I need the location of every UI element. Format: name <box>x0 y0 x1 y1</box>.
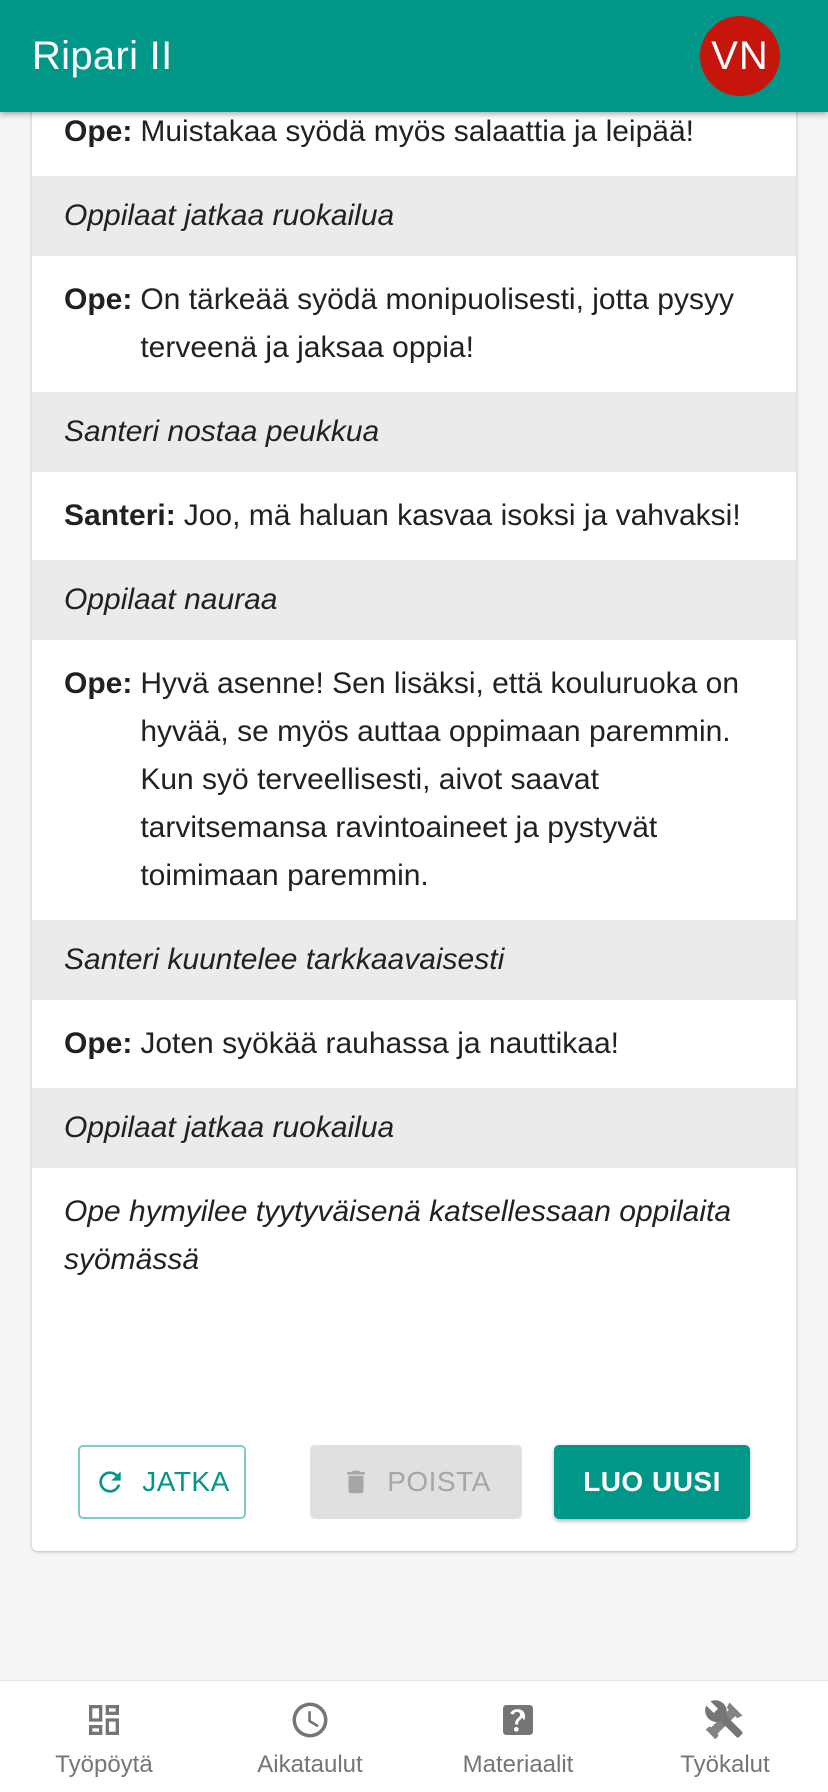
nav-item-tyokalut[interactable]: Työkalut <box>666 1681 784 1792</box>
clock-icon <box>292 1702 328 1738</box>
speech-text: Muistakaa syödä myös salaattia ja leipää… <box>140 115 694 148</box>
user-avatar[interactable]: VN <box>700 16 780 96</box>
delete-button[interactable]: POISTA <box>310 1445 522 1519</box>
speaker-name: Ope: <box>64 667 133 700</box>
nav-item-materiaalit[interactable]: Materiaalit <box>456 1681 580 1792</box>
script-line-speech: Ope: Hyvä asenne! Sen lisäksi, että koulu… <box>32 640 796 920</box>
script-line-action: Oppilaat nauraa <box>32 560 796 640</box>
nav-item-aikataulut[interactable]: Aikataulut <box>250 1681 370 1792</box>
script-line-action: Santeri kuuntelee tarkkaavaisesti <box>32 920 796 1000</box>
script-lines: Ope: Muistakaa syödä myös salaattia ja le… <box>32 100 796 1304</box>
refresh-icon <box>99 1471 121 1493</box>
speaker-name: Ope: <box>64 115 133 148</box>
script-line-speech: Ope: On tärkeää syödä monipuolisesti, jot… <box>32 256 796 392</box>
script-card: Ope: Muistakaa syödä myös salaattia ja le… <box>32 100 796 1551</box>
bottom-navigation: Työpöytä Aikataulut Materiaalit Työkalut <box>0 1680 828 1792</box>
stage-direction: Oppilaat nauraa <box>64 583 278 616</box>
stage-direction: Santeri nostaa peukkua <box>64 415 380 448</box>
speaker-name: Ope: <box>64 1027 133 1060</box>
script-line-action: Oppilaat jatkaa ruokailua <box>32 1088 796 1168</box>
speaker-name: Ope: <box>64 283 133 316</box>
app-title: Ripari II <box>32 33 173 78</box>
continue-label: JATKA <box>142 1466 230 1497</box>
script-line-action: Oppilaat jatkaa ruokailua <box>32 176 796 256</box>
nav-label: Aikataulut <box>257 1751 363 1778</box>
speech-text: Joten syökää rauhassa ja nauttikaa! <box>140 1027 619 1060</box>
speech-text: Joo, mä haluan kasvaa isoksi ja vahvaksi… <box>183 499 741 532</box>
stage-direction: Oppilaat jatkaa ruokailua <box>64 1111 395 1144</box>
stage-direction: Santeri kuuntelee tarkkaavaisesti <box>64 943 505 976</box>
nav-item-tyopoyta[interactable]: Työpöytä <box>46 1681 162 1792</box>
create-new-label: LUO UUSI <box>583 1466 721 1497</box>
stage-direction: Oppilaat jatkaa ruokailua <box>64 199 395 232</box>
app-bar: Ripari II VN <box>0 0 828 112</box>
dashboard-icon <box>89 1705 119 1735</box>
nav-label: Työkalut <box>680 1751 770 1778</box>
delete-label: POISTA <box>387 1466 491 1497</box>
speaker-name: Santeri: <box>64 499 176 532</box>
help-box-icon <box>503 1705 533 1735</box>
tools-icon <box>705 1700 743 1740</box>
card-actions: JATKA POISTA LUO UUSI <box>32 1445 796 1519</box>
script-line-speech: Santeri: Joo, mä haluan kasvaa isoksi ja … <box>32 472 796 560</box>
nav-label: Materiaalit <box>462 1751 574 1778</box>
nav-label: Työpöytä <box>55 1751 153 1778</box>
script-line-narration: Ope hymyilee tyytyväisenä katsellessaan … <box>32 1168 796 1304</box>
trash-icon <box>347 1470 365 1494</box>
narration-text: Ope hymyilee tyytyväisenä katsellessaan … <box>64 1195 732 1276</box>
continue-button[interactable]: JATKA <box>78 1445 246 1519</box>
speech-text: On tärkeää syödä monipuolisesti, jotta p… <box>140 283 734 364</box>
create-new-button[interactable]: LUO UUSI <box>554 1445 750 1519</box>
script-line-action: Santeri nostaa peukkua <box>32 392 796 472</box>
speech-text: Hyvä asenne! Sen lisäksi, että kouluruok… <box>140 667 740 892</box>
script-line-speech: Ope: Joten syökää rauhassa ja nauttikaa! <box>32 1000 796 1088</box>
